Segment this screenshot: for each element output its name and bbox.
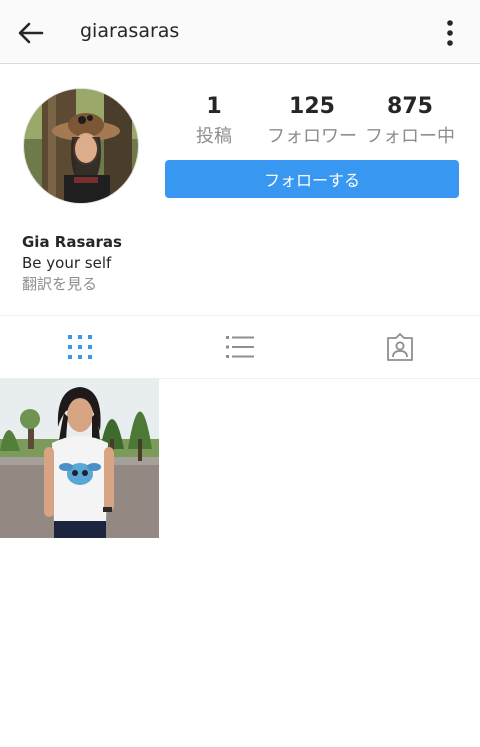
profile-username: giarasaras	[80, 20, 180, 42]
following-count-label: フォロー中	[365, 126, 455, 147]
avatar[interactable]	[23, 88, 139, 204]
top-bar: giarasaras	[0, 0, 480, 64]
post-photo	[0, 379, 159, 538]
followers-count-label: フォロワー	[267, 126, 357, 147]
following-count[interactable]: 875 フォロー中	[360, 94, 460, 148]
tagged-person-icon	[387, 333, 413, 361]
profile-tabs	[0, 315, 480, 379]
profile-section: 1 投稿 125 フォロワー 875 フォロー中 フォローする Gia Rasa…	[0, 64, 480, 314]
tab-tagged[interactable]	[320, 316, 480, 378]
posts-count[interactable]: 1 投稿	[164, 94, 264, 148]
back-button[interactable]	[14, 16, 48, 50]
bio-text: Be your self	[22, 254, 112, 272]
followers-count[interactable]: 125 フォロワー	[261, 94, 363, 148]
profile-bio: Gia Rasaras Be your self 翻訳を見る	[22, 232, 122, 294]
more-vertical-icon	[447, 20, 453, 46]
avatar-photo	[24, 89, 138, 203]
following-count-value: 875	[387, 94, 433, 119]
list-icon	[226, 336, 254, 358]
grid-icon	[68, 335, 92, 359]
profile-name: Gia Rasaras	[22, 233, 122, 251]
followers-count-value: 125	[289, 94, 335, 119]
tab-grid[interactable]	[0, 316, 160, 378]
post-thumbnail[interactable]	[0, 379, 159, 538]
posts-count-label: 投稿	[196, 126, 232, 147]
see-translation-link[interactable]: 翻訳を見る	[22, 274, 122, 294]
arrow-left-icon	[18, 22, 44, 44]
follow-button[interactable]: フォローする	[165, 160, 459, 198]
more-options-button[interactable]	[438, 16, 462, 50]
posts-count-value: 1	[206, 94, 222, 119]
tab-list[interactable]	[160, 316, 320, 378]
